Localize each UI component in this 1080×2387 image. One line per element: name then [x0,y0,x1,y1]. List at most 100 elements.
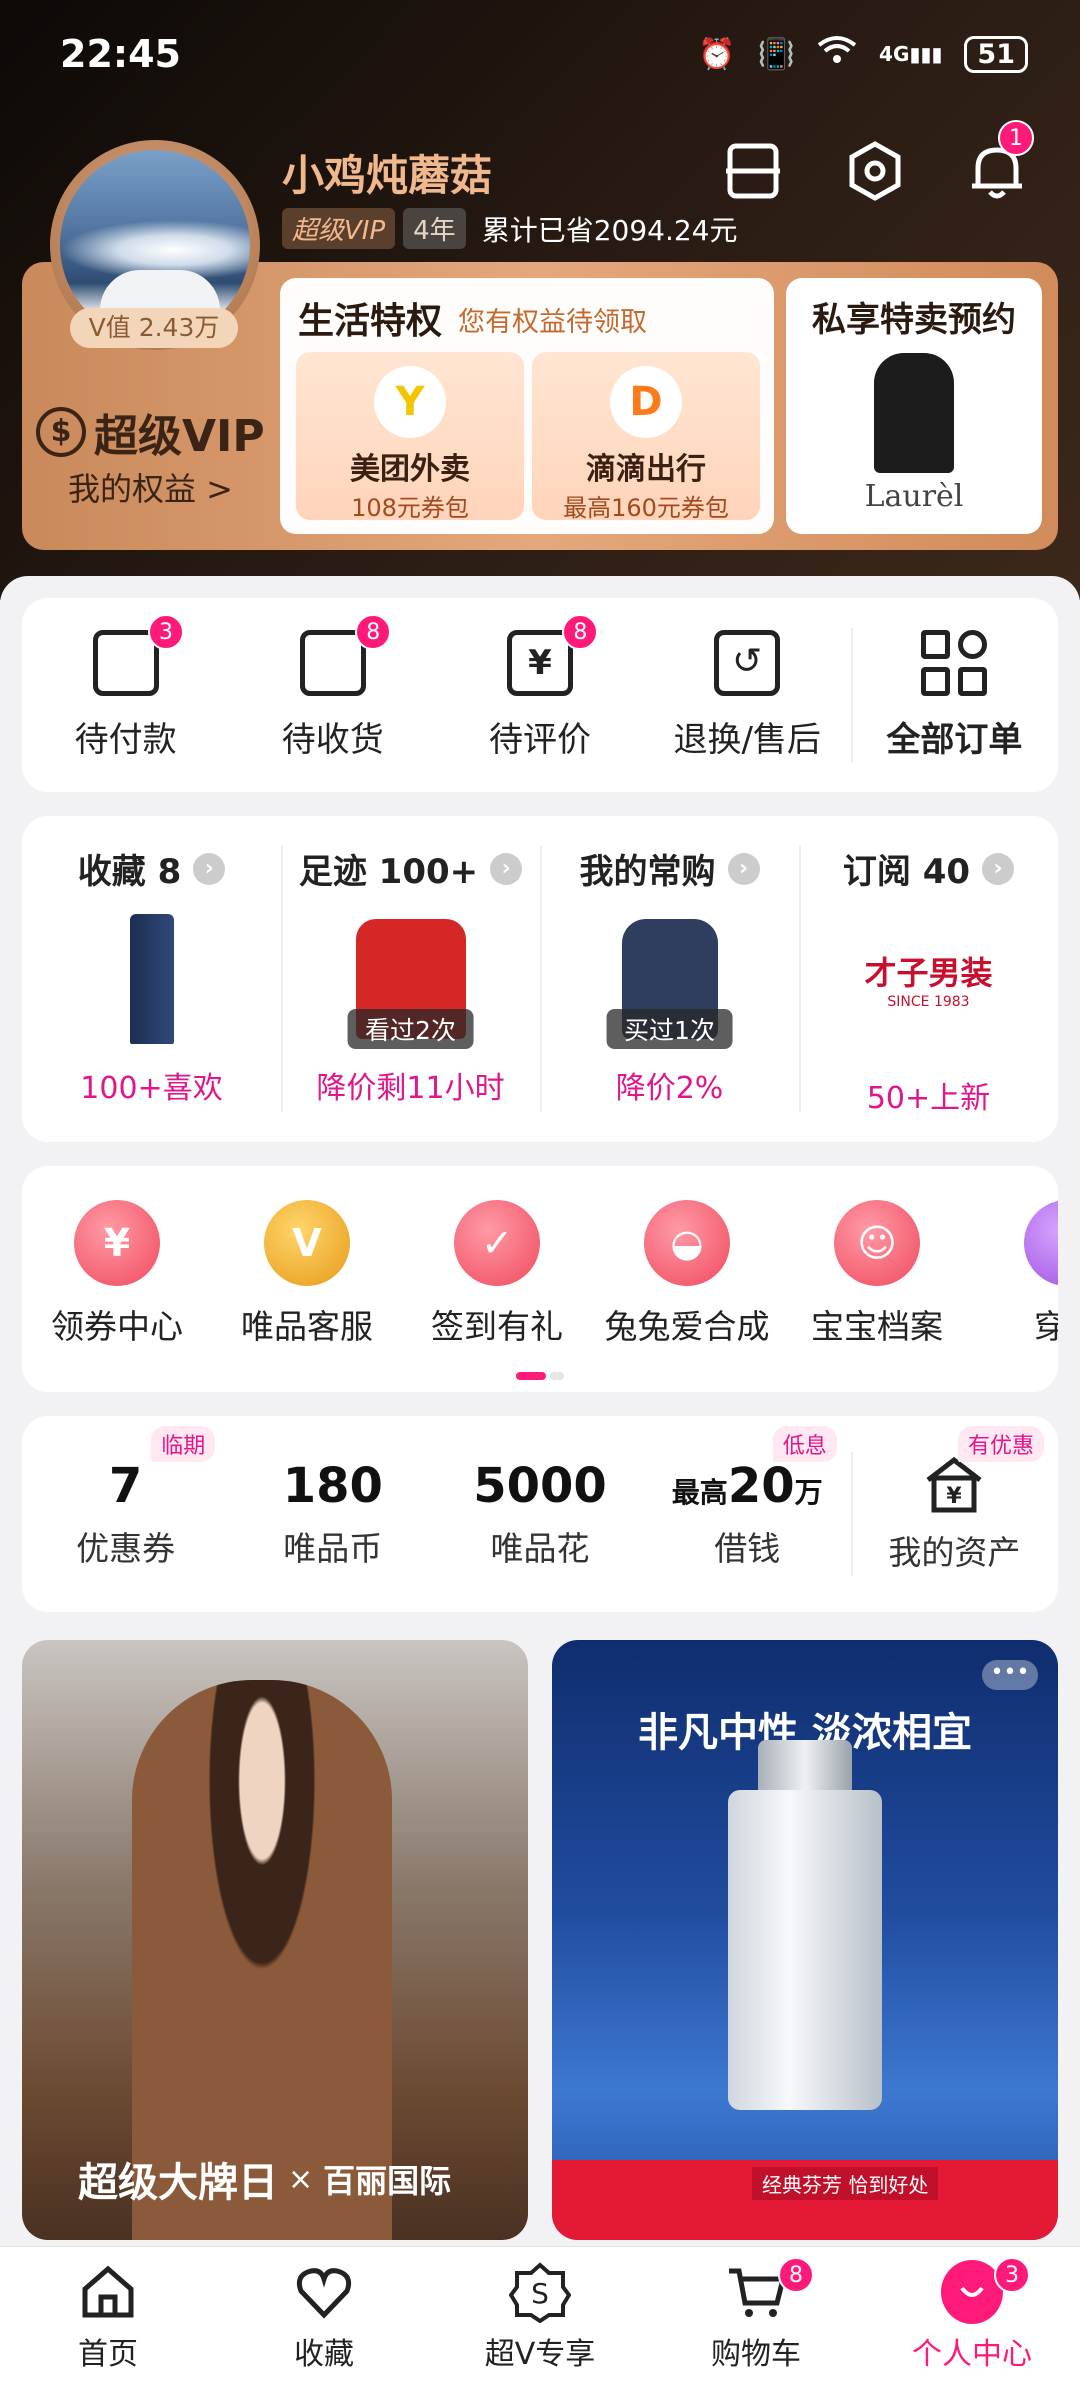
section-title: 我的常购 [579,852,716,892]
svg-text:S: S [531,2277,549,2310]
footprints-section[interactable]: 足迹 100+ › 看过2次 降价剩11小时 [281,816,540,1142]
return-icon: ↺ [714,629,781,696]
house-icon: ¥ [922,1454,986,1518]
perfume-ad-card[interactable]: ••• 非凡中性 淡浓相宜 经典芬芳 恰到好处 [552,1640,1058,2240]
order-pending-review[interactable]: ¥ 8 待评价 [436,598,643,792]
brand-logo: 才子男装 SINCE 1983 [829,909,1029,1049]
vip-coins-asset[interactable]: 180 唯品币 [229,1416,436,1612]
order-pending-receipt[interactable]: 8 待收货 [229,598,436,792]
section-footer: 降价剩11小时 [316,1071,505,1106]
brand-since: SINCE 1983 [887,994,970,1010]
order-label: 待收货 [281,719,384,760]
nav-label: 首页 [78,2337,138,2372]
subscriptions-section[interactable]: 订阅 40 › 才子男装 SINCE 1983 50+上新 [799,816,1058,1142]
asset-label: 唯品花 [490,1529,590,1568]
settings-icon[interactable] [844,140,906,202]
nav-label: 购物车 [711,2337,801,2372]
section-title: 足迹 100+ [298,852,479,892]
private-sale-card[interactable]: 私享特卖预约 Laurèl [786,278,1042,534]
asset-suffix: 万 [794,1476,823,1509]
v-value-badge[interactable]: V值 2.43万 [70,308,238,348]
coupon-center-button[interactable]: ¥ 领券中心 [22,1200,212,1348]
vibrate-icon: 📳 [757,36,796,72]
loan-asset[interactable]: 低息 最高20万 借钱 [644,1416,851,1612]
favorites-panel: 收藏 8 › 100+喜欢 足迹 100+ › 看过2次 降价剩11小时 我的常购 ›… [22,816,1058,1142]
frequent-buys-section[interactable]: 我的常购 › 买过1次 降价2% [540,816,799,1142]
red-dress-image: 看过2次 [336,909,486,1049]
notification-badge: 1 [998,120,1034,156]
vip-coin-icon: $ [36,407,86,457]
nav-label: 个人中心 [912,2337,1032,2372]
chevron-right-icon: › [193,852,226,885]
viewed-tag: 看过2次 [347,1009,474,1049]
nav-super-v[interactable]: S 超V专享 [432,2247,648,2387]
vip-badge-icon: S [509,2261,571,2323]
super-vip-logo[interactable]: $ 超级VIP [36,400,265,464]
coupons-asset[interactable]: 临期 7 优惠券 [22,1416,229,1612]
asset-prefix: 最高 [671,1476,728,1509]
page-indicator [516,1372,564,1380]
signal-icon: 4G▮▮▮ [879,42,943,66]
content-area: 3 待付款 8 待收货 ¥ 8 待评价 ↺ 退换/售后 全部订单 收藏 8 › [0,576,1080,2387]
perfume-bottle-image [728,1790,882,2110]
baby-profile-button[interactable]: ☺ 宝宝档案 [782,1200,972,1348]
wifi-icon [817,35,857,73]
bunny-game-button[interactable]: ◒ 兔兔爱合成 [592,1200,782,1348]
total-saved-text: 累计已省2094.24元 [481,213,738,247]
order-badge: 3 [148,614,184,650]
outfit-button[interactable]: 穿上 [972,1200,1058,1348]
order-label: 全部订单 [886,719,1023,760]
service-label: 唯品客服 [241,1307,373,1346]
order-returns[interactable]: ↺ 退换/售后 [644,598,851,792]
checkin-button[interactable]: ✓ 签到有礼 [402,1200,592,1348]
orders-panel: 3 待付款 8 待收货 ¥ 8 待评价 ↺ 退换/售后 全部订单 [22,598,1058,792]
nav-profile[interactable]: 3 个人中心 [864,2247,1080,2387]
privilege-hint: 您有权益待领取 [458,307,647,338]
order-pending-payment[interactable]: 3 待付款 [22,598,229,792]
profile-badge: 3 [994,2257,1030,2293]
asset-value: 5000 [473,1458,607,1514]
vip-tag: 超级VIP [282,208,396,249]
grid-icon [921,629,988,696]
asset-value: 180 [282,1458,383,1514]
coupon-name: 滴滴出行 [586,452,706,487]
jeans-image [77,909,227,1049]
ad-caption-title: 超级大牌日 [78,2160,278,2206]
favorites-section[interactable]: 收藏 8 › 100+喜欢 [22,816,281,1142]
credit-asset[interactable]: 5000 唯品花 [436,1416,643,1612]
bag-icon: ◒ [644,1200,730,1286]
my-assets[interactable]: 有优惠 ¥ 我的资产 [850,1416,1058,1612]
bottom-nav: 首页 收藏 S 超V专享 8 购物车 3 个人中心 [0,2246,1080,2387]
belle-ad-card[interactable]: 超级大牌日 × 百丽国际 [22,1640,528,2240]
meituan-logo-icon: Y [374,366,446,438]
services-row: ¥ 领券中心 V 唯品客服 ✓ 签到有礼 ◒ 兔兔爱合成 ☺ 宝宝档案 穿上 [22,1200,1058,1348]
more-options-icon[interactable]: ••• [982,1660,1038,1690]
service-label: 穿上 [1034,1307,1058,1346]
nav-favorites[interactable]: 收藏 [216,2247,432,2387]
section-footer: 50+上新 [866,1081,991,1116]
coupon-desc: 108元券包 [351,494,469,522]
nav-home[interactable]: 首页 [0,2247,216,2387]
chevron-right-icon: › [490,852,523,885]
bought-tag: 买过1次 [606,1009,733,1049]
vest-image: 买过1次 [595,909,745,1049]
order-all[interactable]: 全部订单 [850,598,1058,792]
asset-label: 唯品币 [283,1529,383,1568]
header-actions: 1 [722,120,1034,202]
status-time: 22:45 [60,32,181,76]
nav-cart[interactable]: 8 购物车 [648,2247,864,2387]
coupon-name: 美团外卖 [350,452,470,487]
dress-image [874,353,954,473]
ad-caption: 超级大牌日 × 百丽国际 [78,2150,451,2208]
life-privilege-card[interactable]: 生活特权 您有权益待领取 Y 美团外卖 108元券包 D 滴滴出行 最高160元… [280,278,774,534]
didi-coupon[interactable]: D 滴滴出行 最高160元券包 [532,352,760,522]
ad-caption-x: × [288,2161,314,2197]
bell-icon[interactable]: 1 [966,120,1034,202]
my-rights-link[interactable]: 我的权益 > [68,464,233,510]
meituan-coupon[interactable]: Y 美团外卖 108元券包 [296,352,524,522]
ticket-icon: ¥ [74,1200,160,1286]
customer-service-button[interactable]: V 唯品客服 [212,1200,402,1348]
headset-icon: V [264,1200,350,1286]
scan-icon[interactable] [722,140,784,202]
asset-value: 7 [108,1458,143,1514]
